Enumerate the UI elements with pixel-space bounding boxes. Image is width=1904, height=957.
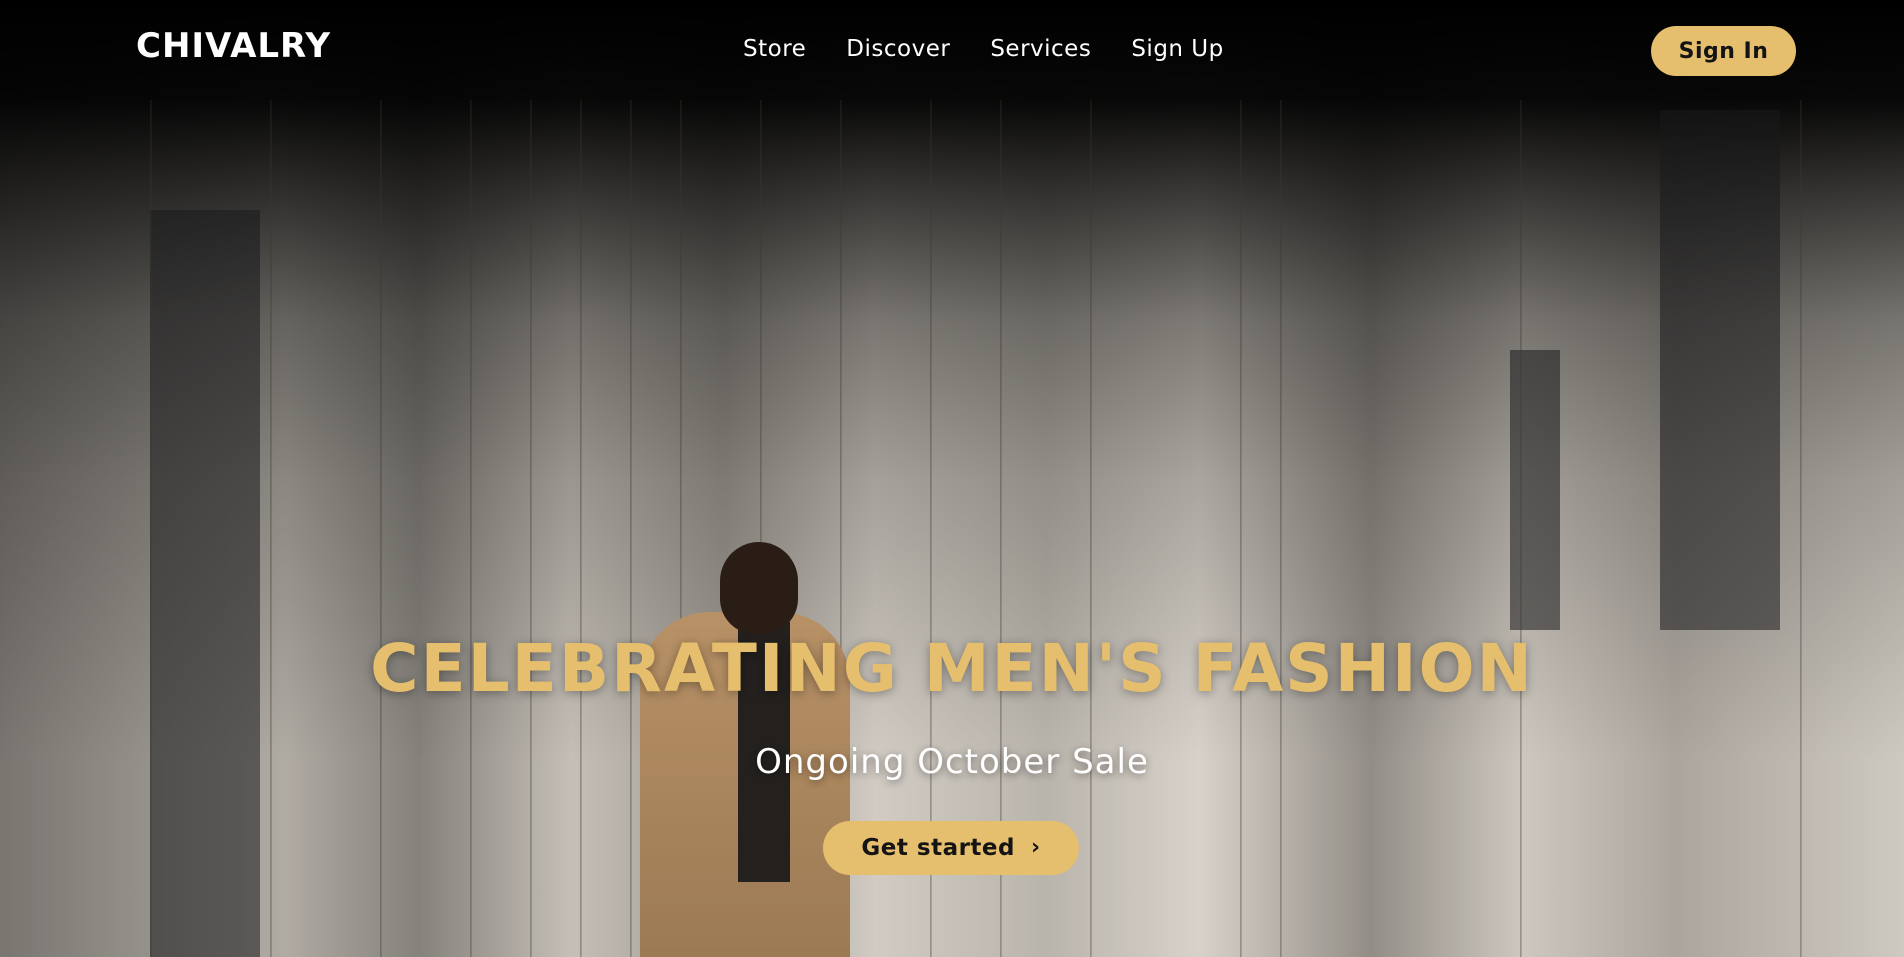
hero-headline: CELEBRATING MEN'S FASHION: [370, 630, 1534, 707]
nav-menu: Store Discover Services Sign Up: [743, 36, 1224, 62]
column-line: [1520, 100, 1522, 957]
get-started-button[interactable]: Get started ›: [823, 821, 1079, 875]
column-line: [470, 100, 472, 957]
column-line: [150, 100, 152, 957]
brand-logo[interactable]: CHIVALRY: [136, 26, 331, 66]
column-line: [1800, 100, 1802, 957]
column-line: [530, 100, 532, 957]
hero-section: CHIVALRY Store Discover Services Sign Up…: [0, 0, 1904, 957]
model-head: [720, 542, 798, 634]
column-line: [380, 100, 382, 957]
column-line: [1240, 100, 1242, 957]
column-line: [1280, 100, 1282, 957]
building-window-right: [1510, 350, 1560, 630]
column-line: [270, 100, 272, 957]
building-dark-panel-left: [150, 210, 260, 957]
nav-item-discover[interactable]: Discover: [846, 36, 950, 62]
get-started-label: Get started: [861, 835, 1015, 861]
nav-item-sign-up[interactable]: Sign Up: [1131, 36, 1223, 62]
building-dark-panel-right: [1660, 110, 1780, 630]
column-line: [580, 100, 582, 957]
nav-item-services[interactable]: Services: [990, 36, 1091, 62]
top-navigation: CHIVALRY Store Discover Services Sign Up…: [0, 0, 1904, 100]
sign-in-button[interactable]: Sign In: [1651, 26, 1796, 76]
column-line: [630, 100, 632, 957]
chevron-right-icon: ›: [1031, 835, 1041, 860]
hero-subheadline: Ongoing October Sale: [755, 742, 1149, 782]
column-line: [1090, 100, 1092, 957]
nav-item-store[interactable]: Store: [743, 36, 806, 62]
